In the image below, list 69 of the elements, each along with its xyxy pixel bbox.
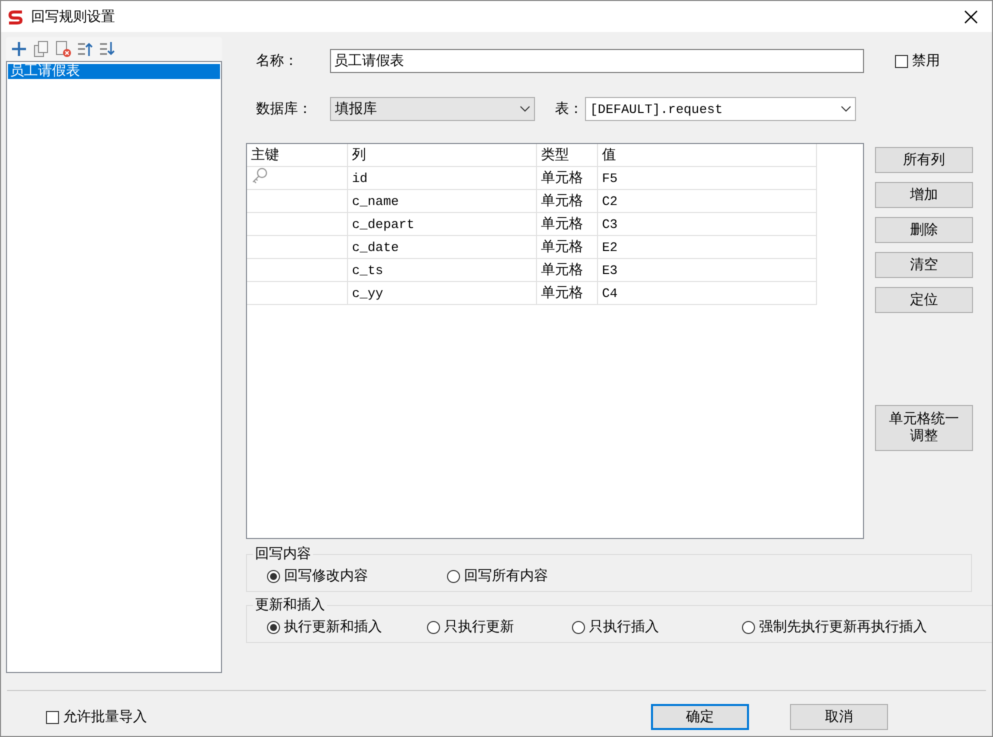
table-cell: E2 [598, 236, 816, 258]
column-header: 类型 [536, 144, 598, 166]
table-cell: id [348, 166, 536, 190]
table-cell: C4 [598, 282, 816, 304]
table-cell: 单元格 [536, 212, 598, 236]
field-label: 名称： [255, 52, 299, 70]
app-logo-icon [7, 8, 25, 24]
table-cell: c_depart [348, 212, 536, 236]
group-title: 更新和插入 [254, 596, 326, 614]
table-cell: 单元格 [536, 190, 598, 212]
radio-button[interactable] [572, 620, 585, 634]
radio-label: 只执行更新 [444, 618, 514, 636]
close-icon[interactable] [964, 10, 978, 24]
group-title: 回写内容 [254, 545, 312, 563]
radio-button[interactable] [427, 620, 440, 634]
toolbar-button[interactable] [32, 40, 50, 58]
radio-label: 回写修改内容 [284, 567, 368, 585]
radio-label: 强制先执行更新再执行插入 [759, 618, 927, 636]
adjust-button[interactable]: 单元格统一调整 [875, 405, 973, 451]
table-cell: C3 [598, 212, 816, 236]
table-cell: E3 [598, 258, 816, 282]
side-button[interactable]: 定位 [875, 287, 973, 313]
table-cell: F5 [598, 166, 816, 190]
radio-button[interactable] [447, 570, 460, 582]
table-cell: c_yy [348, 282, 536, 304]
radio-label: 只执行插入 [589, 618, 659, 636]
side-button[interactable]: 删除 [875, 217, 973, 243]
table-cell: 单元格 [536, 236, 598, 258]
table-cell: 单元格 [536, 166, 598, 190]
ok-button[interactable]: 确定 [651, 704, 749, 730]
checkbox-label: 允许批量导入 [63, 708, 147, 726]
radio-button[interactable] [267, 620, 280, 634]
toolbar-button[interactable] [98, 40, 116, 58]
move-up-icon [77, 41, 93, 57]
column-header: 值 [598, 144, 816, 166]
table-cell: C2 [598, 190, 816, 212]
key-icon [251, 167, 269, 185]
window-title: 回写规则设置 [31, 8, 116, 26]
database-select[interactable]: 填报库 [330, 97, 535, 121]
checkbox[interactable] [46, 710, 59, 724]
list-item[interactable]: 员工请假表 [8, 64, 220, 79]
table-cell: 单元格 [536, 282, 598, 304]
name-field[interactable]: 员工请假表 [330, 49, 864, 73]
toolbar-button[interactable] [54, 40, 72, 58]
radio-label: 回写所有内容 [464, 567, 548, 585]
move-down-icon [99, 41, 115, 57]
column-header: 主键 [247, 144, 348, 166]
table-cell: c_ts [348, 258, 536, 282]
radio-label: 执行更新和插入 [284, 618, 382, 636]
column-header: 列 [348, 144, 536, 166]
cancel-button[interactable]: 取消 [790, 704, 888, 730]
delete-icon [55, 41, 71, 57]
side-button[interactable]: 所有列 [875, 147, 973, 173]
table-cell: c_name [348, 190, 536, 212]
field-label: 数据库： [255, 100, 313, 118]
table-cell: 单元格 [536, 258, 598, 282]
side-button[interactable]: 清空 [875, 252, 973, 278]
radio-button[interactable] [742, 620, 755, 634]
table-cell: c_date [348, 236, 536, 258]
toolbar-button[interactable] [10, 40, 28, 58]
radio-button[interactable] [267, 570, 280, 582]
add-icon [11, 41, 27, 57]
table-select[interactable]: [DEFAULT].request [585, 97, 856, 121]
side-button[interactable]: 增加 [875, 182, 973, 208]
checkbox[interactable] [895, 54, 908, 68]
field-label: 表： [554, 100, 584, 118]
toolbar-button[interactable] [76, 40, 94, 58]
copy-icon [33, 41, 49, 57]
checkbox-label: 禁用 [912, 52, 940, 70]
